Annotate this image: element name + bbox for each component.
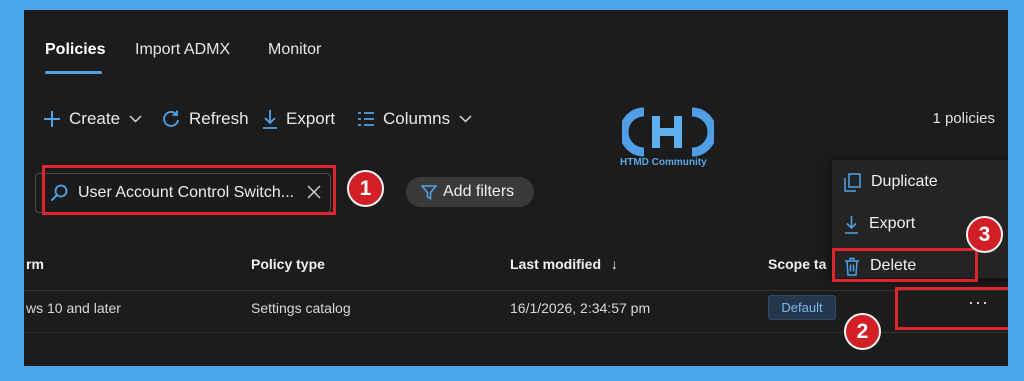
highlight-search-box: [42, 165, 336, 215]
column-header-last-modified[interactable]: Last modified ↓: [510, 256, 618, 272]
tab-policies[interactable]: Policies: [45, 41, 105, 59]
download-icon: [845, 215, 858, 234]
htmd-logo: [622, 107, 714, 157]
callout-3: 3: [966, 216, 1003, 253]
filter-icon: [421, 184, 437, 200]
callout-1: 1: [347, 170, 384, 207]
chevron-down-icon: [459, 115, 472, 123]
column-header-platform[interactable]: rm: [26, 256, 44, 272]
export-menu-label: Export: [869, 215, 916, 232]
export-label: Export: [286, 109, 336, 128]
highlight-more-options: [895, 287, 1008, 330]
sort-descending-icon: ↓: [610, 256, 618, 272]
logo-text: HTMD Community: [620, 157, 707, 168]
columns-button[interactable]: Columns: [357, 108, 472, 130]
plus-icon: [44, 111, 60, 127]
add-filters-label: Add filters: [443, 183, 515, 200]
create-label: Create: [69, 109, 121, 128]
create-button[interactable]: Create: [43, 108, 142, 130]
add-filters-button[interactable]: Add filters: [406, 177, 534, 207]
export-button[interactable]: Export: [262, 108, 335, 130]
highlight-delete-item: [832, 248, 978, 282]
tab-import-admx[interactable]: Import ADMX: [135, 41, 230, 59]
columns-label: Columns: [383, 109, 451, 128]
duplicate-label: Duplicate: [871, 173, 938, 190]
callout-2: 2: [844, 313, 881, 350]
download-icon: [263, 110, 277, 129]
scope-tag-badge: Default: [768, 295, 836, 320]
column-header-policy-type[interactable]: Policy type: [251, 256, 325, 272]
tab-monitor[interactable]: Monitor: [268, 41, 321, 59]
refresh-button[interactable]: Refresh: [161, 108, 249, 130]
duplicate-icon: [844, 172, 861, 192]
active-tab-indicator: [45, 71, 102, 74]
policy-count: 1 policies: [932, 110, 995, 127]
refresh-label: Refresh: [189, 109, 249, 128]
menu-item-export[interactable]: Export: [844, 212, 915, 236]
header-divider: [24, 290, 1008, 291]
cell-policy-type: Settings catalog: [251, 300, 351, 316]
chevron-down-icon: [129, 115, 142, 123]
menu-item-duplicate[interactable]: Duplicate: [844, 170, 938, 194]
last-modified-label: Last modified: [510, 256, 602, 272]
columns-icon: [358, 112, 374, 126]
cell-last-modified: 16/1/2026, 2:34:57 pm: [510, 300, 651, 316]
column-header-scope-tags[interactable]: Scope ta: [768, 256, 826, 272]
cell-platform: ws 10 and later: [26, 300, 121, 316]
refresh-icon: [163, 110, 179, 127]
